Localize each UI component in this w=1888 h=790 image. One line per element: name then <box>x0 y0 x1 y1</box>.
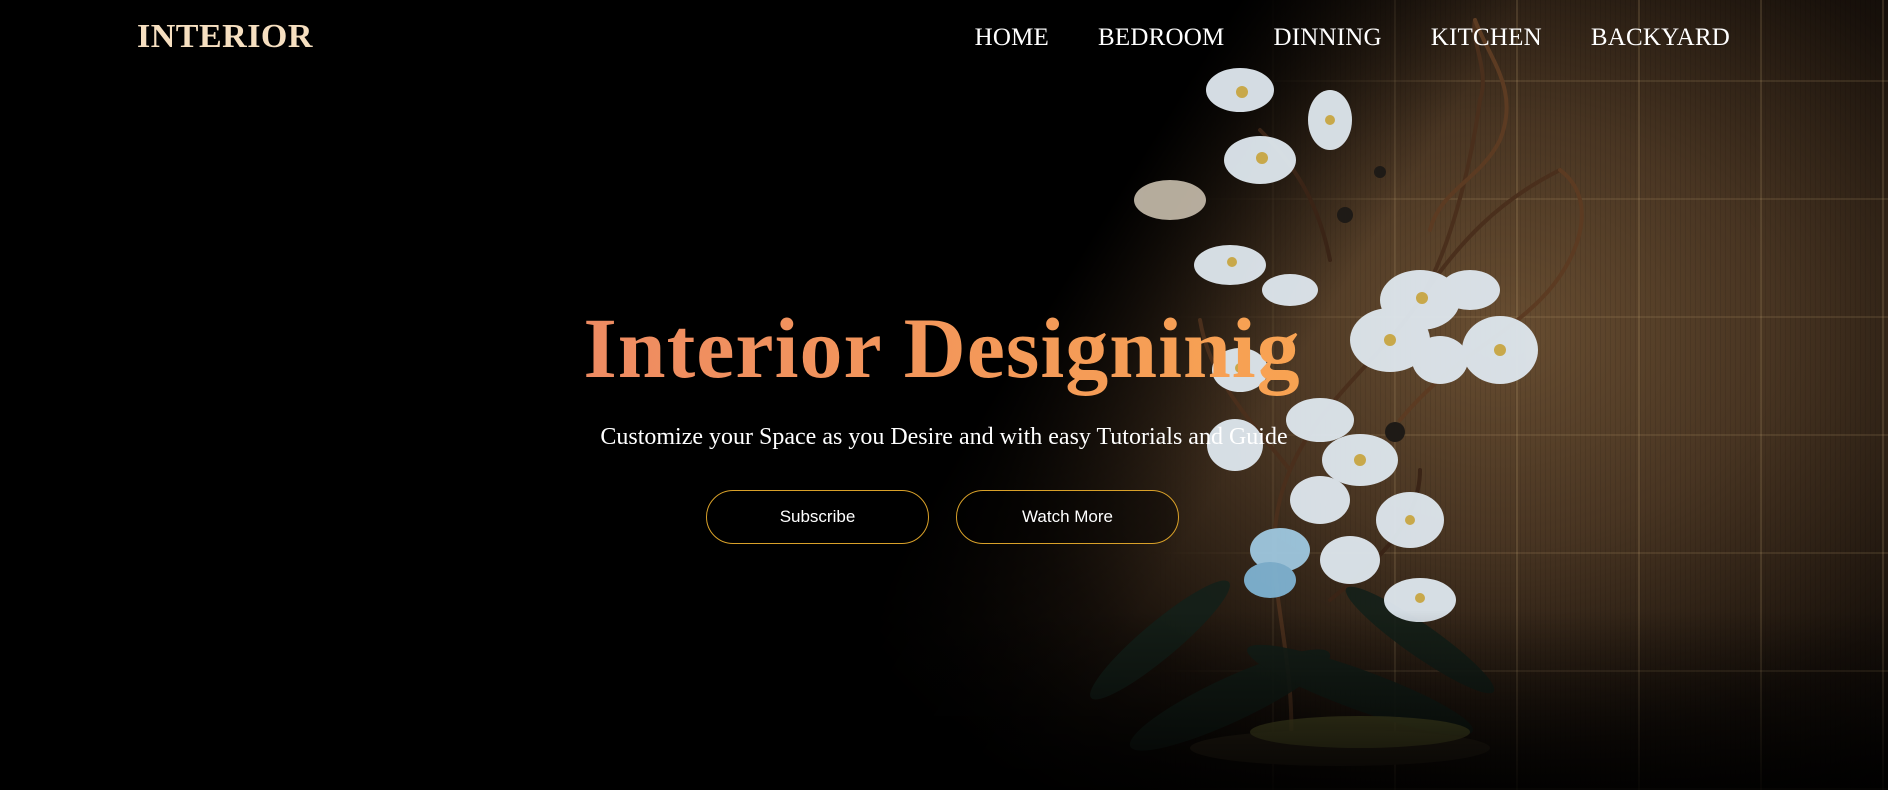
hero-section: INTERIOR HOME BEDROOM DINNING KITCHEN BA… <box>0 0 1888 790</box>
nav-link-bedroom[interactable]: BEDROOM <box>1098 24 1224 52</box>
hero-title: Interior Designinig <box>583 300 1301 396</box>
watch-more-button[interactable]: Watch More <box>956 490 1179 544</box>
bottom-fade <box>0 610 1888 790</box>
nav-link-backyard[interactable]: BACKYARD <box>1591 24 1730 52</box>
main-menu: HOME BEDROOM DINNING KITCHEN BACKYARD <box>926 24 1730 52</box>
site-logo[interactable]: INTERIOR <box>137 18 313 56</box>
hero-subtitle: Customize your Space as you Desire and w… <box>600 424 1288 450</box>
nav-link-kitchen[interactable]: KITCHEN <box>1431 24 1542 52</box>
hero-buttons: Subscribe Watch More <box>706 490 1179 544</box>
nav-link-dinning[interactable]: DINNING <box>1273 24 1381 52</box>
hero-title-wrap: Interior Designinig <box>0 298 1888 398</box>
nav-link-home[interactable]: HOME <box>975 24 1049 52</box>
subscribe-button[interactable]: Subscribe <box>706 490 929 544</box>
top-navbar: INTERIOR HOME BEDROOM DINNING KITCHEN BA… <box>0 0 1888 80</box>
